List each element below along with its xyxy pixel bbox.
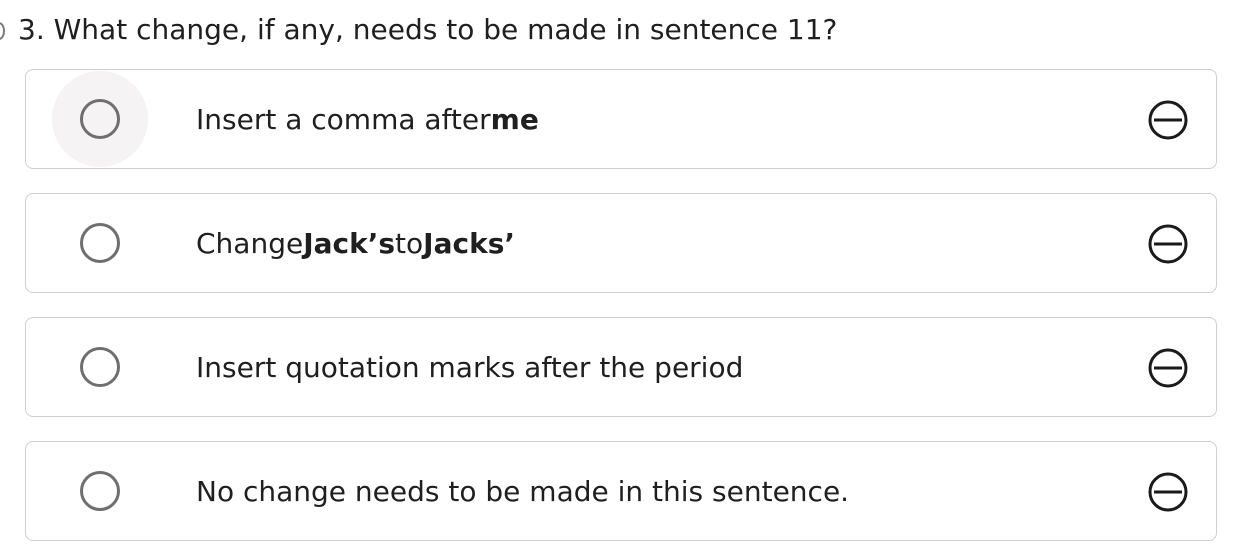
answer-option-d[interactable]: No change needs to be made in this sente… [25,441,1217,541]
answer-option-label[interactable]: Insert quotation marks after the period [196,318,743,416]
answer-option-label[interactable]: Change Jack’s to Jacks’ [196,194,515,292]
radio-hover-area[interactable] [52,71,148,167]
radio-hover-area[interactable] [52,319,148,415]
question-number: 3. [18,13,45,46]
question-prompt: What change, if any, needs to be made in… [53,13,838,46]
question-text: 3. What change, if any, needs to be made… [18,10,837,50]
eliminate-option-icon[interactable] [1148,348,1188,388]
radio-hover-area[interactable] [52,195,148,291]
radio-button-icon[interactable] [80,223,120,263]
eliminate-option-icon[interactable] [1148,472,1188,512]
radio-hover-area[interactable] [52,443,148,539]
eliminate-option-icon[interactable] [1148,224,1188,264]
answer-option-label[interactable]: Insert a comma after me [196,70,539,168]
radio-button-icon[interactable] [80,99,120,139]
answer-option-a[interactable]: Insert a comma after me [25,69,1217,169]
answer-options: Insert a comma after me Change Jack’s to… [25,69,1217,558]
question-page: 3. What change, if any, needs to be made… [0,0,1238,558]
answer-option-c[interactable]: Insert quotation marks after the period [25,317,1217,417]
partial-radio-icon[interactable] [0,22,5,40]
answer-option-label[interactable]: No change needs to be made in this sente… [196,442,849,540]
eliminate-option-icon[interactable] [1148,100,1188,140]
answer-option-b[interactable]: Change Jack’s to Jacks’ [25,193,1217,293]
radio-button-icon[interactable] [80,471,120,511]
radio-button-icon[interactable] [80,347,120,387]
